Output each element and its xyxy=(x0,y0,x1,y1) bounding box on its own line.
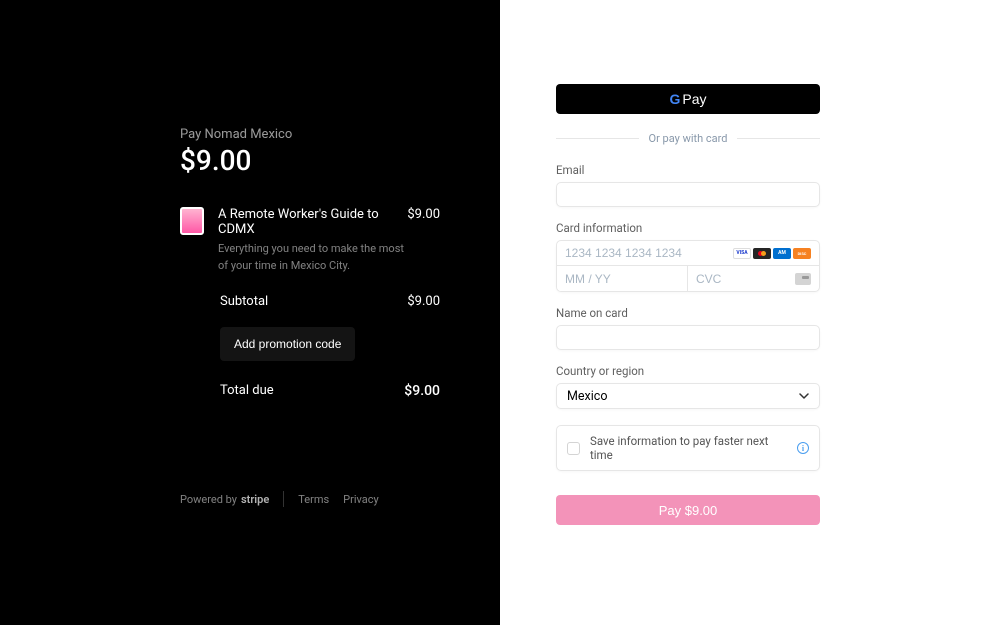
pay-merchant-label: Pay Nomad Mexico xyxy=(180,127,440,142)
discover-icon: DISC xyxy=(793,248,811,259)
info-icon[interactable]: i xyxy=(797,442,809,454)
country-select[interactable]: Mexico xyxy=(556,383,820,409)
save-info-checkbox[interactable] xyxy=(567,442,580,455)
or-divider: Or pay with card xyxy=(556,132,820,145)
card-number-input[interactable] xyxy=(565,241,733,265)
total-amount: $9.00 xyxy=(180,144,440,177)
name-on-card-label: Name on card xyxy=(556,306,820,320)
save-info-label: Save information to pay faster next time xyxy=(590,434,787,462)
pay-button[interactable]: Pay $9.00 xyxy=(556,495,820,525)
amex-icon: AM xyxy=(773,248,791,259)
stripe-logo: stripe xyxy=(241,493,269,506)
product-title: A Remote Worker's Guide to CDMX xyxy=(218,207,407,237)
add-promotion-code-button[interactable]: Add promotion code xyxy=(220,327,355,361)
country-selected-value: Mexico xyxy=(567,389,607,404)
subtotal-label: Subtotal xyxy=(220,294,268,309)
card-brand-icons: VISA AM DISC xyxy=(733,248,811,259)
terms-link[interactable]: Terms xyxy=(298,493,329,506)
gpay-text: Pay xyxy=(682,91,706,107)
email-label: Email xyxy=(556,163,820,177)
country-label: Country or region xyxy=(556,364,820,378)
total-due-amount: $9.00 xyxy=(404,383,440,399)
total-due-label: Total due xyxy=(220,383,274,399)
or-divider-text: Or pay with card xyxy=(639,132,738,145)
card-input-group: VISA AM DISC xyxy=(556,240,820,292)
powered-by-stripe[interactable]: Powered by stripe xyxy=(180,493,269,506)
mastercard-icon xyxy=(753,248,771,259)
card-information-label: Card information xyxy=(556,221,820,235)
card-cvc-input[interactable] xyxy=(696,272,795,286)
name-on-card-input[interactable] xyxy=(556,325,820,350)
privacy-link[interactable]: Privacy xyxy=(343,493,379,506)
product-price: $9.00 xyxy=(407,207,440,237)
google-logo-icon: G xyxy=(669,91,680,107)
product-row: A Remote Worker's Guide to CDMX $9.00 Ev… xyxy=(180,207,440,274)
product-description: Everything you need to make the most of … xyxy=(218,241,413,274)
card-expiry-input[interactable] xyxy=(557,266,688,291)
footer-divider xyxy=(283,491,284,507)
product-thumbnail xyxy=(180,207,204,235)
cvc-card-icon xyxy=(795,273,811,285)
save-information-box: Save information to pay faster next time… xyxy=(556,425,820,471)
subtotal-amount: $9.00 xyxy=(407,294,440,309)
total-due-row: Total due $9.00 xyxy=(180,383,440,399)
subtotal-row: Subtotal $9.00 xyxy=(180,294,440,309)
visa-icon: VISA xyxy=(733,248,751,259)
footer: Powered by stripe Terms Privacy xyxy=(180,491,379,507)
email-input[interactable] xyxy=(556,182,820,207)
google-pay-button[interactable]: G Pay xyxy=(556,84,820,114)
powered-by-text: Powered by xyxy=(180,493,237,506)
chevron-down-icon xyxy=(799,391,809,402)
